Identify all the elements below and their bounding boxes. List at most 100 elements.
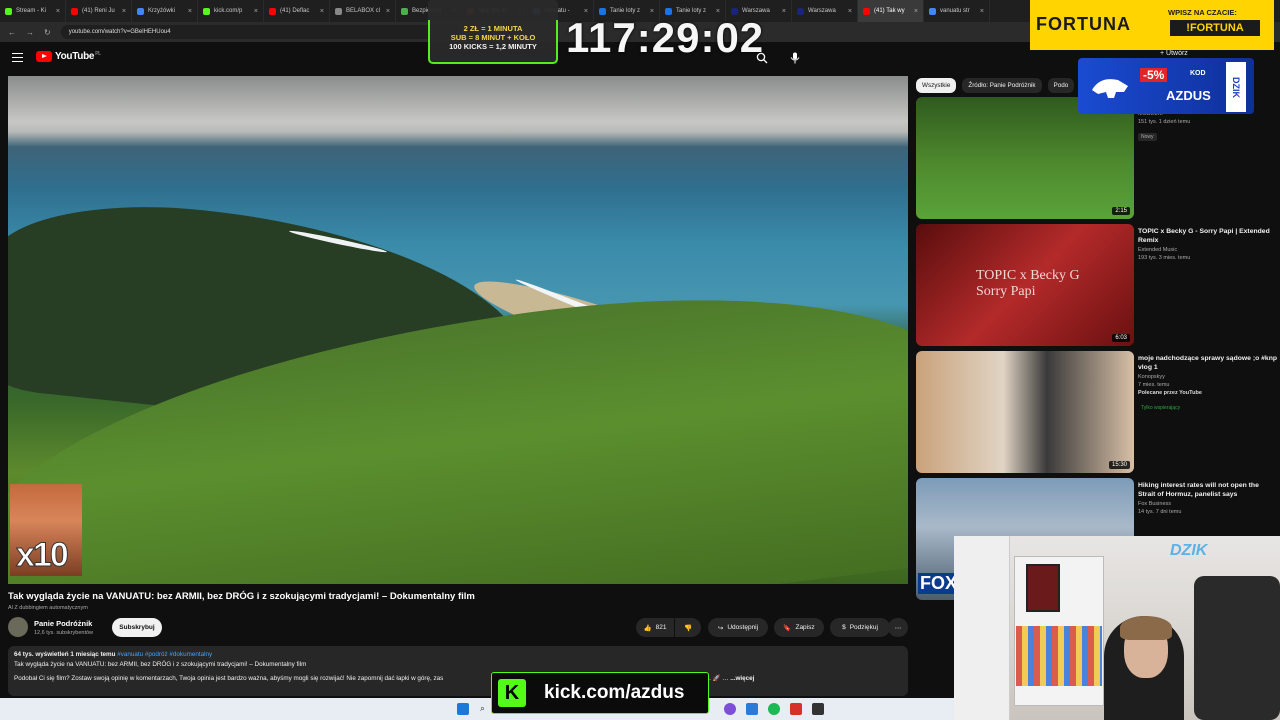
- browser-tab[interactable]: Stream - Ki ×: [0, 0, 66, 22]
- taskbar-app-icon[interactable]: [746, 703, 758, 715]
- thumbnail-text: TOPIC x Becky G Sorry Papi: [976, 268, 1080, 299]
- recommended-title[interactable]: Hiking interest rates will not open the …: [1138, 481, 1278, 499]
- video-title: Tak wygląda życie na VANUATU: bez ARMII,…: [8, 591, 475, 602]
- recommended-meta: 151 tys. 1 dzień temu: [1138, 119, 1191, 125]
- recommended-video[interactable]: 15:30 moje nadchodzące sprawy sądowe ;o …: [916, 351, 1278, 473]
- tab-close-icon[interactable]: ×: [320, 8, 324, 15]
- description-line-2: Podobał Ci się film? Zostaw swoją opinię…: [14, 675, 444, 682]
- region-code: PL: [95, 51, 101, 57]
- dzik-ad-banner: -5% KOD AZDUS DZIK: [1078, 58, 1254, 114]
- thanks-label: Podziękuj: [849, 624, 878, 631]
- video-dubbing-info: Al Z dubbingiem automatycznym: [8, 605, 88, 611]
- subathon-timer: 117:29:02: [566, 14, 765, 61]
- tab-close-icon[interactable]: ×: [782, 8, 786, 15]
- recommended-video[interactable]: 2:15 Vlodarski) MODELKI 151 tys. 1 dzień…: [916, 97, 1276, 219]
- bookmark-icon: 🔖: [783, 624, 792, 632]
- recommended-meta: 14 tys. 7 dni temu: [1138, 509, 1182, 515]
- taskbar-copilot-icon[interactable]: [724, 703, 736, 715]
- tab-favicon-icon: [71, 7, 78, 15]
- tab-label: kick.com/p: [214, 8, 243, 14]
- youtube-logo[interactable]: YouTube PL: [36, 51, 101, 62]
- like-count: 821: [655, 624, 667, 631]
- dzik-can: DZIK: [1226, 62, 1246, 112]
- video-duration: 15:30: [1108, 461, 1130, 469]
- browser-tab[interactable]: (41) Deflac ×: [264, 0, 330, 22]
- video-thumbnail[interactable]: TOPIC x Becky G Sorry Papi 6:03: [916, 224, 1134, 346]
- show-more-link[interactable]: ...więcej: [730, 675, 754, 682]
- browser-tab[interactable]: kick.com/p ×: [198, 0, 264, 22]
- thumbs-up-icon: 👍: [643, 624, 652, 632]
- emote-overlay: x10: [10, 484, 82, 576]
- browser-tab[interactable]: Warszawa ×: [792, 0, 858, 22]
- terminal-icon[interactable]: [812, 703, 824, 715]
- recommended-channel[interactable]: Konopskyy: [1138, 374, 1278, 380]
- windows-taskbar: ⌕: [0, 698, 954, 720]
- hamburger-menu-icon[interactable]: [12, 53, 23, 62]
- share-button[interactable]: ↪ Udostępnij: [708, 618, 768, 637]
- taskbar-obs-icon[interactable]: [790, 703, 802, 715]
- channel-name[interactable]: Panie Podróżnik: [34, 619, 92, 628]
- tab-close-icon[interactable]: ×: [254, 8, 258, 15]
- fortuna-prompt: WPISZ NA CZACIE:: [1168, 8, 1237, 17]
- channel-row: Panie Podróżnik 12,6 tys. subskrybentów …: [8, 617, 908, 639]
- save-button[interactable]: 🔖 Zapisz: [774, 618, 824, 637]
- create-button[interactable]: + Utwórz: [1160, 50, 1188, 57]
- spotify-icon[interactable]: [768, 703, 780, 715]
- browser-tab[interactable]: (41) Reni Ju ×: [66, 0, 132, 22]
- tab-close-icon[interactable]: ×: [122, 8, 126, 15]
- tab-close-icon[interactable]: ×: [914, 8, 918, 15]
- back-arrow-icon[interactable]: ←: [8, 28, 16, 37]
- reload-icon[interactable]: ↻: [44, 28, 51, 37]
- boar-icon: [1092, 79, 1128, 98]
- subscribe-button[interactable]: Subskrybuj: [112, 618, 162, 637]
- kick-channel-url: kick.com/azdus: [544, 682, 685, 703]
- recommended-video[interactable]: TOPIC x Becky G Sorry Papi 6:03 TOPIC x B…: [916, 224, 1276, 346]
- video-description[interactable]: 64 tys. wyświetleń 1 miesiąc temu #vanua…: [8, 646, 908, 696]
- tab-close-icon[interactable]: ×: [980, 8, 984, 15]
- recommended-title[interactable]: TOPIC x Becky G - Sorry Papi | Extended …: [1138, 227, 1278, 245]
- thanks-button[interactable]: $ Podziękuj: [830, 618, 890, 637]
- video-thumbnail[interactable]: 2:15: [916, 97, 1134, 219]
- dislike-button[interactable]: 👎: [675, 618, 701, 637]
- promo-frame: [428, 20, 558, 64]
- video-player[interactable]: ●: [8, 76, 908, 584]
- tab-label: vanuatu str: [940, 8, 970, 14]
- voice-search-button[interactable]: [785, 48, 805, 68]
- tab-close-icon[interactable]: ×: [386, 8, 390, 15]
- address-bar[interactable]: youtube.com/watch?v=GBelHEHUou4: [60, 25, 461, 39]
- recommended-meta: 7 mies. temu: [1138, 382, 1170, 388]
- chip-similar[interactable]: Podo: [1047, 78, 1075, 93]
- recommended-title[interactable]: moje nadchodzące sprawy sądowe ;o #knp v…: [1138, 354, 1278, 372]
- streamer-hair: [1120, 616, 1172, 640]
- browser-tab[interactable]: Krzyżówki ×: [132, 0, 198, 22]
- streamer-webcam: DZIK: [954, 536, 1280, 720]
- like-button[interactable]: 👍 821: [636, 618, 674, 637]
- browser-tab[interactable]: BELABOX cl ×: [330, 0, 396, 22]
- chip-source-channel[interactable]: Źródło: Panie Podróżnik: [962, 78, 1042, 93]
- tab-favicon-icon: [203, 7, 210, 15]
- forward-arrow-icon[interactable]: →: [26, 28, 34, 37]
- recommended-meta: 193 tys. 3 mies. temu: [1138, 255, 1191, 261]
- save-label: Zapisz: [795, 624, 815, 631]
- kick-url-banner: K kick.com/azdus: [491, 672, 709, 714]
- discount-code: AZDUS: [1166, 88, 1211, 103]
- recommended-channel[interactable]: Fox Business: [1138, 501, 1278, 507]
- tab-close-icon[interactable]: ×: [188, 8, 192, 15]
- recommended-by-youtube: Polecane przez YouTube: [1138, 390, 1202, 396]
- description-hashtags[interactable]: #vanuatu #podróż #dokumentalny: [117, 651, 212, 658]
- video-thumbnail[interactable]: 15:30: [916, 351, 1134, 473]
- channel-avatar[interactable]: [8, 617, 28, 637]
- tab-label: Stream - Ki: [16, 8, 47, 14]
- youtube-play-icon: [36, 51, 52, 62]
- browser-tab[interactable]: (41) Tak wy ×: [858, 0, 924, 22]
- tab-close-icon[interactable]: ×: [848, 8, 852, 15]
- tab-favicon-icon: [929, 7, 936, 15]
- thanks-icon: $: [842, 624, 846, 631]
- browser-tab[interactable]: vanuatu str ×: [924, 0, 990, 22]
- recommended-channel[interactable]: Extended Music: [1138, 247, 1278, 253]
- windows-start-icon[interactable]: [457, 703, 469, 715]
- fortuna-command: !FORTUNA: [1170, 20, 1260, 36]
- tab-close-icon[interactable]: ×: [56, 8, 60, 15]
- more-actions-button[interactable]: ⋯: [888, 618, 908, 637]
- chip-all[interactable]: Wszystkie: [916, 78, 957, 93]
